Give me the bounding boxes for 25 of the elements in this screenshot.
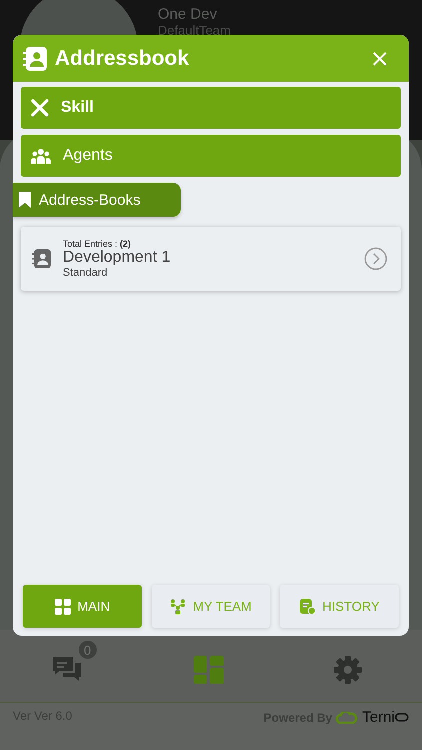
settings-icon — [333, 655, 364, 685]
nav-button[interactable]: MY TEAM — [152, 585, 270, 628]
dialog-title: Addressbook — [55, 46, 190, 70]
cloud-icon — [336, 712, 358, 724]
history-icon — [300, 598, 316, 614]
people-icon — [31, 148, 51, 164]
nav-button[interactable]: HISTORY — [280, 585, 400, 628]
chevron-icon[interactable] — [364, 247, 388, 271]
dashboard-icon — [194, 656, 224, 684]
team-icon — [170, 598, 186, 614]
bookmark-icon — [19, 192, 31, 208]
addressbook-name: Development 1 — [63, 249, 172, 267]
brand-name: Terni — [362, 709, 395, 726]
contact-book-icon — [23, 46, 47, 70]
menu-button[interactable]: Agents — [21, 135, 401, 177]
contact-book-icon — [32, 249, 51, 269]
nav-button[interactable]: MAIN — [23, 585, 142, 628]
user-name: One Dev — [158, 6, 218, 23]
pill-icon — [395, 713, 409, 722]
section-label: Address-Books — [39, 192, 141, 208]
addressbook-card[interactable]: Total Entries : (2) Development 1 Standard — [21, 227, 401, 291]
menu-button[interactable]: Skill — [21, 87, 401, 129]
grid-icon — [54, 598, 71, 614]
entry-count: Total Entries : (2) — [63, 239, 132, 249]
addressbook-type: Standard — [63, 267, 109, 279]
